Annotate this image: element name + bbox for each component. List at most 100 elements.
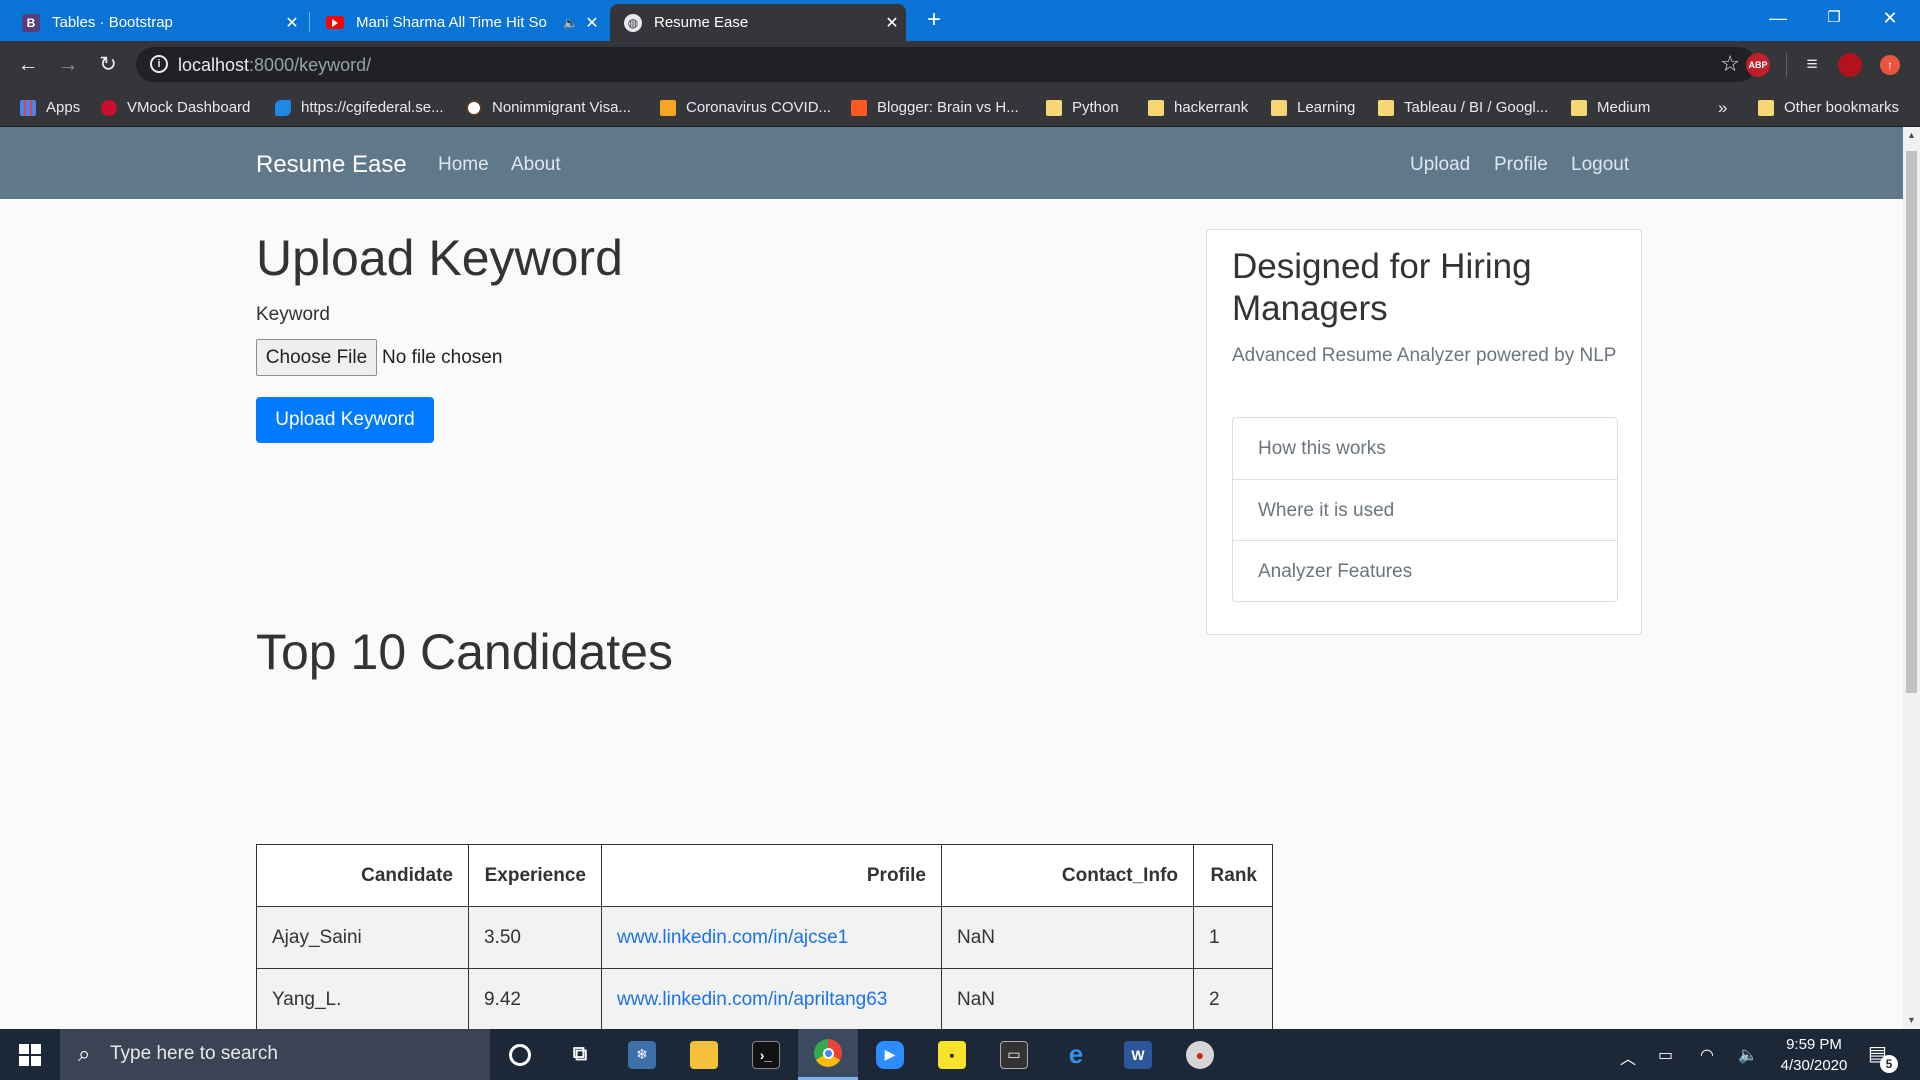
bookmark-label: hackerrank — [1174, 99, 1249, 116]
sidebar-item-where-used[interactable]: Where it is used — [1233, 479, 1617, 540]
forward-arrow-icon[interactable]: → — [52, 49, 84, 81]
bookmark-label: Python — [1072, 99, 1119, 116]
site-info-icon[interactable]: i — [150, 55, 168, 73]
bookmark-label: Other bookmarks — [1784, 99, 1900, 116]
bookmark-learning[interactable]: Learning — [1271, 88, 1355, 127]
volume-icon[interactable]: 🔈 — [1738, 1045, 1758, 1065]
sidebar-item-how-this-works[interactable]: How this works — [1233, 418, 1617, 479]
bookmark-covid[interactable]: Coronavirus COVID... — [660, 88, 831, 127]
profile-cell: www.linkedin.com/in/apriltang63 — [601, 968, 942, 1031]
scroll-down-arrow-icon[interactable]: ▼ — [1903, 1012, 1920, 1029]
profile-cell: www.linkedin.com/in/ajcse1 — [601, 906, 942, 969]
scroll-up-arrow-icon[interactable]: ▲ — [1903, 127, 1920, 144]
bookmark-label: Tableau / BI / Googl... — [1404, 99, 1549, 116]
cortana-icon[interactable] — [490, 1029, 550, 1080]
sidebar-item-analyzer-features[interactable]: Analyzer Features — [1233, 540, 1617, 601]
paint-app-icon[interactable]: ● — [1170, 1029, 1230, 1080]
table-row: Yang_L. 9.42 www.linkedin.com/in/aprilta… — [256, 968, 1273, 1031]
clock-time: 9:59 PM — [1786, 1036, 1842, 1053]
nav-home[interactable]: Home — [438, 154, 489, 176]
search-icon: ⌕ — [78, 1041, 91, 1066]
update-icon[interactable]: ↑ — [1880, 55, 1900, 75]
new-tab-button[interactable]: + — [918, 6, 950, 36]
bookmark-other[interactable]: Other bookmarks — [1758, 88, 1899, 127]
column-header: Candidate — [256, 844, 469, 907]
bookmark-label: Apps — [46, 99, 81, 116]
folder-icon — [1758, 99, 1774, 116]
sticky-notes-icon[interactable]: ▪ — [922, 1029, 982, 1080]
battery-icon[interactable]: ▭ — [1658, 1045, 1673, 1065]
bookmark-hackerrank[interactable]: hackerrank — [1148, 88, 1248, 127]
upload-keyword-button[interactable]: Upload Keyword — [256, 397, 434, 443]
console-app-icon[interactable]: ▭ — [984, 1029, 1044, 1080]
profile-avatar[interactable] — [1838, 53, 1862, 77]
profile-link[interactable]: www.linkedin.com/in/apriltang63 — [617, 989, 887, 1010]
nav-profile[interactable]: Profile — [1494, 154, 1548, 176]
profile-link[interactable]: www.linkedin.com/in/ajcse1 — [617, 927, 848, 948]
choose-file-button[interactable]: Choose File — [256, 339, 377, 376]
folder-icon — [1046, 99, 1062, 116]
rank-cell: 2 — [1193, 968, 1273, 1031]
candidates-table: Candidate Experience Profile Contact_Inf… — [256, 844, 1273, 1031]
bookmark-tableau[interactable]: Tableau / BI / Googl... — [1378, 88, 1548, 127]
browser-tab-youtube[interactable]: Mani Sharma All Time Hit So 🔈 ✕ — [312, 4, 606, 41]
more-bookmarks-chevron-icon[interactable]: » — [1718, 88, 1727, 127]
bookmark-cgifederal[interactable]: https://cgifederal.se... — [275, 88, 444, 127]
zoom-icon[interactable]: ▶ — [860, 1029, 920, 1080]
show-hidden-icons-chevron-icon[interactable]: ︿ — [1620, 1045, 1636, 1069]
minimize-icon[interactable]: — — [1750, 0, 1806, 38]
column-header: Experience — [468, 844, 602, 907]
scrollbar-thumb[interactable] — [1906, 151, 1917, 693]
bookmark-vmock[interactable]: VMock Dashboard — [101, 88, 250, 127]
close-window-icon[interactable]: ✕ — [1862, 0, 1918, 38]
bookmark-python[interactable]: Python — [1046, 88, 1119, 127]
globe-icon: ◍ — [624, 13, 642, 32]
experience-cell: 9.42 — [468, 968, 602, 1031]
sidebar-list: How this works Where it is used Analyzer… — [1232, 417, 1618, 602]
bookmark-star-icon[interactable]: ☆ — [1720, 51, 1740, 77]
windows-taskbar: ⌕ Type here to search ⧉ ❄ ›_ ▶ ▪ ▭ e W ●… — [0, 1029, 1920, 1080]
terminal-icon[interactable]: ›_ — [736, 1029, 796, 1080]
bookmark-blogger[interactable]: Blogger: Brain vs H... — [851, 88, 1019, 127]
address-bar[interactable]: i localhost:8000/keyword/ ☆ — [136, 47, 1756, 82]
vmock-icon — [101, 99, 117, 116]
adblock-plus-icon[interactable]: ABP — [1746, 53, 1770, 77]
site-navbar: Resume Ease Home About Upload Profile Lo… — [0, 127, 1903, 199]
url-text[interactable]: localhost:8000/keyword/ — [178, 55, 371, 76]
sidebar-subtitle: Advanced Resume Analyzer powered by NLP — [1232, 345, 1617, 366]
system-clock[interactable]: 9:59 PM 4/30/2020 — [1764, 1034, 1864, 1076]
nav-logout[interactable]: Logout — [1571, 154, 1629, 176]
edge-icon[interactable]: e — [1046, 1029, 1106, 1080]
media-queue-icon[interactable]: ≡ — [1796, 49, 1828, 81]
bookmark-medium[interactable]: Medium — [1571, 88, 1650, 127]
nav-upload[interactable]: Upload — [1410, 154, 1470, 176]
audio-playing-icon[interactable]: 🔈 — [563, 16, 578, 30]
close-tab-icon[interactable]: ✕ — [878, 13, 906, 33]
bookmark-label: Blogger: Brain vs H... — [877, 99, 1019, 116]
bookmark-apps[interactable]: Apps — [20, 88, 80, 127]
bookmark-visa[interactable]: Nonimmigrant Visa... — [466, 88, 631, 127]
folder-icon — [1571, 99, 1587, 116]
browser-tab-bootstrap[interactable]: B Tables · Bootstrap ✕ — [8, 4, 306, 41]
file-explorer-icon[interactable] — [674, 1029, 734, 1080]
experience-cell: 3.50 — [468, 906, 602, 969]
close-tab-icon[interactable]: ✕ — [578, 13, 606, 33]
covid-site-icon — [660, 99, 676, 116]
browser-tab-resume-ease[interactable]: ◍ Resume Ease ✕ — [610, 4, 906, 41]
taskbar-search-box[interactable]: ⌕ Type here to search — [60, 1029, 490, 1080]
page-scrollbar[interactable]: ▲ ▼ — [1903, 127, 1920, 1029]
snipping-app-icon[interactable]: ❄ — [612, 1029, 672, 1080]
close-tab-icon[interactable]: ✕ — [278, 13, 306, 33]
reload-icon[interactable]: ↻ — [92, 49, 124, 81]
restore-icon[interactable]: ❐ — [1806, 0, 1862, 38]
brand-logo[interactable]: Resume Ease — [256, 151, 407, 179]
nav-about[interactable]: About — [511, 154, 561, 176]
bookmark-label: Coronavirus COVID... — [686, 99, 832, 116]
wifi-icon[interactable]: ◠ — [1700, 1045, 1714, 1065]
page-content: Upload Keyword Keyword Choose File No fi… — [0, 199, 1903, 1031]
back-arrow-icon[interactable]: ← — [12, 49, 44, 81]
windows-start-icon[interactable] — [0, 1029, 60, 1080]
task-view-icon[interactable]: ⧉ — [550, 1029, 610, 1080]
word-icon[interactable]: W — [1108, 1029, 1168, 1080]
chrome-icon[interactable] — [798, 1029, 858, 1080]
